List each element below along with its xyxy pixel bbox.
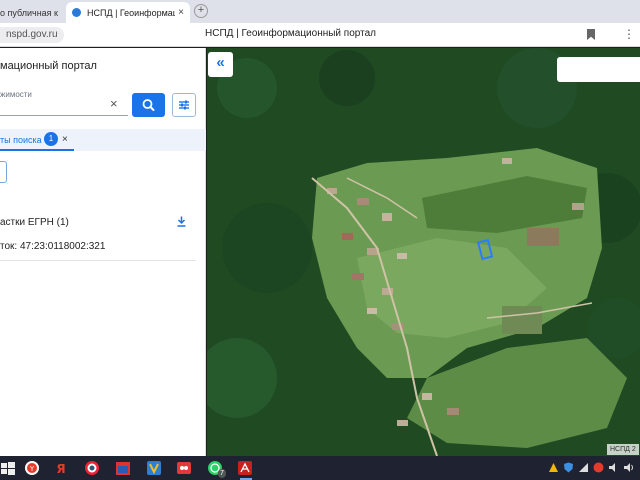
egrn-parcels-group-label: астки ЕГРН (1)	[0, 217, 69, 228]
browser-menu-icon[interactable]: ⋮	[623, 28, 635, 40]
search-placeholder: жимости	[0, 90, 32, 99]
active-tab-indicator	[0, 149, 74, 151]
windows-start-icon[interactable]	[0, 460, 16, 476]
results-tab-label: ты поиска	[0, 135, 42, 145]
yandex-browser-icon[interactable]: Y	[24, 460, 40, 476]
search-sidebar: мационный портал жимости × ты поиска 1 ×…	[0, 48, 206, 456]
speaker-icon[interactable]	[623, 462, 634, 473]
map-attribution: НСПД 2	[607, 444, 639, 455]
svg-text:Y: Y	[29, 465, 35, 473]
network-icon[interactable]	[578, 462, 589, 473]
tab-public-cadastral-map[interactable]: о публичная ка	[0, 2, 58, 23]
acrobat-reader-icon[interactable]	[237, 460, 253, 476]
satellite-imagery	[207, 48, 640, 456]
search-icon	[142, 99, 155, 111]
volume-icon[interactable]	[608, 462, 619, 473]
calendar-app-icon[interactable]	[115, 460, 131, 476]
tray-arrow-icon[interactable]	[548, 462, 559, 473]
map-search-field[interactable]	[557, 57, 640, 82]
shield-icon[interactable]	[563, 462, 574, 473]
visual-app-icon[interactable]	[146, 460, 162, 476]
download-icon[interactable]	[177, 216, 186, 227]
url-field[interactable]: nspd.gov.ru	[0, 27, 64, 43]
close-results-icon[interactable]: ×	[62, 134, 68, 145]
results-action-button[interactable]	[0, 161, 7, 183]
sliders-icon	[179, 100, 189, 110]
search-button[interactable]	[132, 93, 165, 117]
browser-tab-bar: о публичная ка НСПД | Геоинформаци × +	[0, 0, 640, 23]
portal-title: мационный портал	[0, 60, 97, 72]
yandex-tray-icon[interactable]	[593, 462, 604, 473]
tab-search-results[interactable]: ты поиска 1 ×	[0, 129, 206, 151]
whatsapp-notification-badge: 7	[218, 469, 226, 478]
taskbar: Y Я 7	[0, 456, 640, 480]
filter-button[interactable]	[172, 93, 196, 117]
tab-label: о публичная ка	[0, 7, 58, 18]
c-app-icon[interactable]	[84, 460, 100, 476]
page-title: НСПД | Геоинформационный портал	[205, 28, 376, 39]
yandex-icon[interactable]: Я	[53, 460, 69, 476]
collapse-panel-button[interactable]: «	[208, 52, 233, 77]
results-count-badge: 1	[44, 132, 58, 146]
clear-search-icon[interactable]: ×	[110, 97, 118, 110]
new-tab-button[interactable]: +	[194, 4, 208, 18]
divider	[0, 260, 196, 261]
parcel-result-item[interactable]: ток: 47:23:0118002:321	[0, 241, 105, 252]
bookmark-icon[interactable]	[587, 29, 595, 40]
close-tab-icon[interactable]: ×	[175, 7, 187, 18]
address-bar: nspd.gov.ru НСПД | Геоинформационный пор…	[0, 23, 640, 47]
satellite-map[interactable]	[207, 48, 640, 456]
tab-nspd[interactable]: НСПД | Геоинформаци ×	[66, 2, 190, 23]
nspd-favicon-icon	[72, 8, 81, 17]
video-app-icon[interactable]	[176, 460, 192, 476]
tab-label: НСПД | Геоинформаци	[87, 7, 175, 18]
search-input[interactable]: жимости ×	[0, 90, 128, 116]
svg-text:Я: Я	[56, 462, 65, 476]
